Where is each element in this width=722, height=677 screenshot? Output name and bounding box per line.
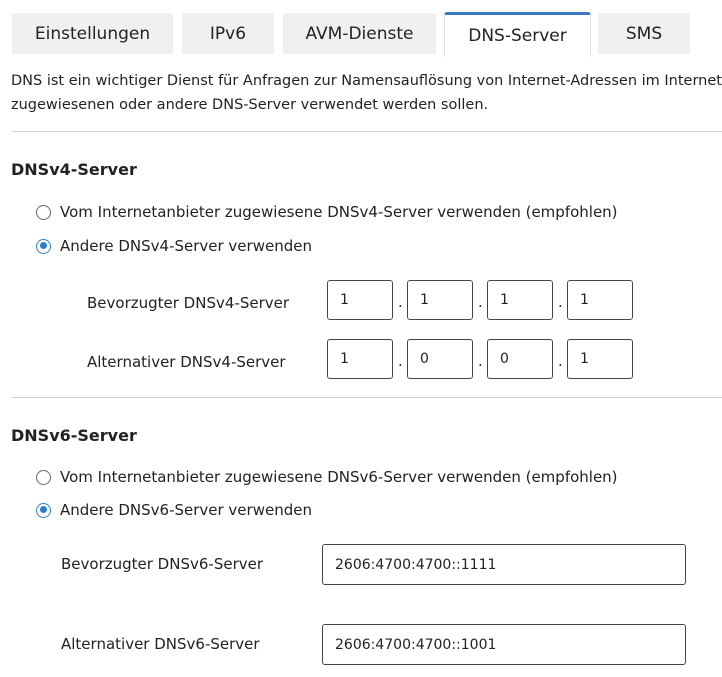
dnsv4-option-custom-label: Andere DNSv4-Server verwenden [60,237,312,255]
dnsv6-option-provider-label: Vom Internetanbieter zugewiesene DNSv6-S… [60,468,618,486]
dnsv4-alternate-octet-3[interactable] [487,339,553,379]
dnsv6-option-custom[interactable]: Andere DNSv6-Server verwenden [36,501,312,519]
divider [11,397,722,398]
octet-separator: . [398,352,403,370]
dnsv6-alternate-input[interactable] [322,624,686,665]
dnsv4-preferred-octet-4[interactable] [567,280,633,320]
tab-dns-server[interactable]: DNS-Server [444,12,591,57]
dnsv4-preferred-octet-2[interactable] [407,280,473,320]
dnsv4-option-provider-label: Vom Internetanbieter zugewiesene DNSv4-S… [60,203,618,221]
dnsv4-option-provider[interactable]: Vom Internetanbieter zugewiesene DNSv4-S… [36,203,618,221]
dnsv4-preferred-label: Bevorzugter DNSv4-Server [87,294,290,312]
octet-separator: . [478,293,483,311]
octet-separator: . [558,293,563,311]
divider [11,131,722,132]
intro-line-2: zugewiesenen oder andere DNS-Server verw… [11,97,489,113]
dnsv4-alternate-label: Alternativer DNSv4-Server [87,353,286,371]
dnsv4-alternate-octet-1[interactable] [327,339,393,379]
dnsv4-preferred-octet-3[interactable] [487,280,553,320]
dnsv4-alternate-octet-4[interactable] [567,339,633,379]
octet-separator: . [398,293,403,311]
tab-ipv6[interactable]: IPv6 [182,13,274,54]
tab-avm-dienste[interactable]: AVM-Dienste [283,13,436,54]
radio-checked-icon[interactable] [36,238,51,254]
octet-separator: . [478,352,483,370]
radio-unchecked-icon[interactable] [36,204,51,220]
radio-checked-icon[interactable] [36,502,51,518]
dnsv6-option-custom-label: Andere DNSv6-Server verwenden [60,501,312,519]
dnsv6-option-provider[interactable]: Vom Internetanbieter zugewiesene DNSv6-S… [36,468,618,486]
dnsv6-alternate-label: Alternativer DNSv6-Server [61,635,260,653]
octet-separator: . [558,352,563,370]
dnsv4-option-custom[interactable]: Andere DNSv4-Server verwenden [36,237,312,255]
dnsv6-preferred-label: Bevorzugter DNSv6-Server [61,555,264,573]
tab-sms[interactable]: SMS [598,13,690,54]
radio-unchecked-icon[interactable] [36,469,51,485]
tab-einstellungen[interactable]: Einstellungen [12,13,173,54]
intro-text: DNS ist ein wichtiger Dienst für Anfrage… [11,69,722,117]
dnsv4-alternate-octet-2[interactable] [407,339,473,379]
dnsv4-preferred-octet-1[interactable] [327,280,393,320]
dnsv6-section-title: DNSv6-Server [11,426,137,445]
tab-bar: Einstellungen IPv6 AVM-Dienste DNS-Serve… [0,0,722,57]
dnsv6-preferred-input[interactable] [322,544,686,585]
intro-line-1: DNS ist ein wichtiger Dienst für Anfrage… [11,73,722,89]
dnsv4-section-title: DNSv4-Server [11,160,137,179]
